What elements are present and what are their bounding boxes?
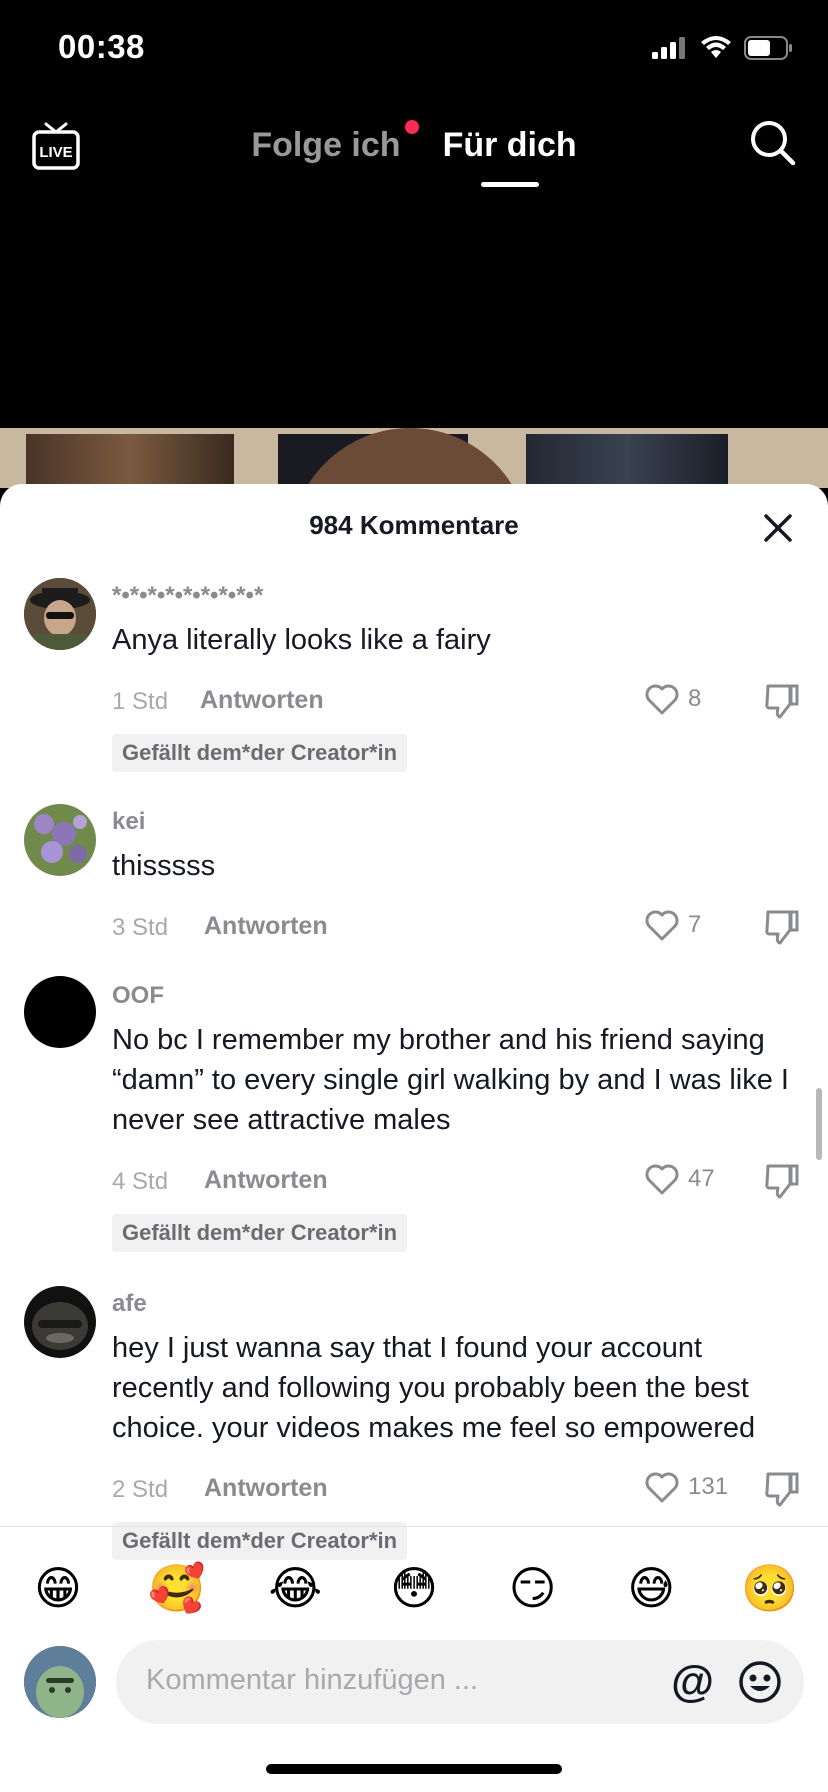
- comment-time: 2 Std: [112, 1476, 169, 1503]
- reply-button[interactable]: Antworten: [204, 1474, 328, 1503]
- comment-meta: 4 Std Antworten 47: [112, 1162, 804, 1202]
- like-count: 7: [688, 911, 702, 938]
- avatar[interactable]: [24, 804, 96, 876]
- tab-following[interactable]: Folge ich: [251, 120, 419, 165]
- like-button[interactable]: 131: [644, 1470, 736, 1504]
- notification-dot: [404, 120, 419, 134]
- avatar[interactable]: [24, 1646, 96, 1718]
- tab-for-you[interactable]: Für dich: [442, 126, 577, 187]
- tab-following-label: Folge ich: [251, 126, 401, 164]
- thumbs-down-icon[interactable]: [764, 908, 800, 946]
- smiley-icon[interactable]: [738, 1660, 782, 1704]
- divider: [0, 1526, 828, 1527]
- avatar-image: [24, 578, 96, 650]
- feed-tabs: Folge ich Für dich: [0, 120, 828, 187]
- like-button[interactable]: 8: [644, 682, 736, 716]
- like-count: 8: [688, 685, 702, 712]
- status-icons: [652, 36, 794, 60]
- heart-icon: [645, 910, 679, 941]
- comment-username[interactable]: *•*•*•*•*•*•*•*•*: [112, 582, 804, 612]
- emoji-sweat-smile[interactable]: 😅: [619, 1561, 683, 1615]
- avatar-image: [24, 1286, 96, 1358]
- comments-sheet: 984 Kommentare *•*•*•*•*•*•*•*•* Anya li…: [0, 484, 828, 1792]
- top-nav: LIVE Folge ich Für dich: [0, 110, 828, 190]
- tab-for-you-label: Für dich: [442, 126, 577, 164]
- reply-button[interactable]: Antworten: [204, 912, 328, 941]
- comment-input[interactable]: Kommentar hinzufügen ... @: [116, 1640, 804, 1724]
- comment-username[interactable]: kei: [112, 808, 804, 838]
- close-icon[interactable]: [758, 508, 798, 548]
- avatar[interactable]: [24, 578, 96, 650]
- wall-poster: [526, 434, 728, 488]
- creator-liked-badge: Gefällt dem*der Creator*in: [112, 734, 408, 772]
- like-button[interactable]: 7: [644, 908, 736, 942]
- comment-input-row: Kommentar hinzufügen ... @: [0, 1640, 828, 1730]
- signal-icon: [652, 37, 685, 59]
- battery-icon: [744, 36, 792, 60]
- video-background[interactable]: [0, 428, 828, 488]
- thumbs-down-icon[interactable]: [764, 1470, 800, 1508]
- creator-liked-badge: Gefällt dem*der Creator*in: [112, 1214, 408, 1252]
- thumbs-down-icon[interactable]: [764, 682, 800, 720]
- emoji-flushed[interactable]: 😳: [382, 1561, 446, 1615]
- search-icon[interactable]: [748, 118, 798, 168]
- comment-username[interactable]: OOF: [112, 982, 804, 1012]
- reply-button[interactable]: Antworten: [200, 686, 324, 715]
- comment-time: 3 Std: [112, 914, 169, 941]
- emoji-hearts[interactable]: 🥰: [145, 1561, 209, 1616]
- avatar[interactable]: [24, 1286, 96, 1358]
- comment-meta: 1 Std Antworten 8: [112, 682, 804, 722]
- avatar[interactable]: [24, 976, 96, 1048]
- status-bar: 00:38: [0, 0, 828, 100]
- mention-icon[interactable]: @: [671, 1658, 714, 1706]
- comment-meta: 3 Std Antworten 7: [112, 908, 804, 948]
- avatar-image: [24, 804, 96, 876]
- heart-icon: [645, 684, 679, 715]
- emoji-smirk[interactable]: 😏: [501, 1561, 565, 1615]
- comment-text: thisssss: [112, 850, 216, 882]
- like-button[interactable]: 47: [644, 1162, 736, 1196]
- comment-meta: 2 Std Antworten 131: [112, 1470, 804, 1510]
- avatar-image: [24, 1646, 96, 1718]
- comments-list[interactable]: *•*•*•*•*•*•*•*•* Anya literally looks l…: [0, 578, 828, 1618]
- emoji-pleading[interactable]: 🥺: [738, 1561, 802, 1616]
- comments-scrollbar[interactable]: [816, 1088, 822, 1160]
- like-count: 131: [688, 1473, 729, 1500]
- reply-button[interactable]: Antworten: [204, 1166, 328, 1195]
- comment-text: hey I just wanna say that I found your a…: [112, 1332, 756, 1444]
- comment-time: 4 Std: [112, 1168, 169, 1195]
- wall-poster: [26, 434, 234, 488]
- heart-icon: [645, 1164, 679, 1195]
- wifi-icon: [701, 36, 731, 58]
- emoji-quick-bar: 😁 🥰 😂 😳 😏 😅 🥺: [0, 1546, 828, 1630]
- comments-count-title: 984 Kommentare: [309, 510, 519, 540]
- active-tab-indicator: [480, 182, 539, 187]
- comment-text: Anya literally looks like a fairy: [112, 624, 491, 656]
- home-indicator[interactable]: [266, 1764, 562, 1774]
- emoji-laugh[interactable]: 😂: [263, 1561, 327, 1615]
- comment-time: 1 Std: [112, 688, 169, 715]
- heart-icon: [645, 1472, 679, 1503]
- status-time: 00:38: [58, 28, 145, 65]
- comment-input-placeholder: Kommentar hinzufügen ...: [146, 1664, 479, 1696]
- thumbs-down-icon[interactable]: [764, 1162, 800, 1200]
- like-count: 47: [688, 1165, 715, 1192]
- comment-username[interactable]: afe: [112, 1290, 804, 1320]
- comment-text: No bc I remember my brother and his frie…: [112, 1024, 789, 1136]
- emoji-grin[interactable]: 😁: [26, 1561, 90, 1615]
